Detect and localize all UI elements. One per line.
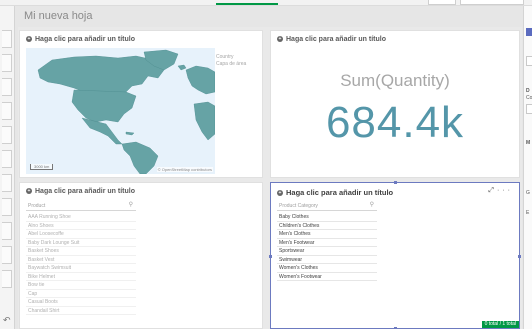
- list-item[interactable]: Basket Vest: [26, 256, 136, 264]
- assets-tab[interactable]: [2, 222, 12, 240]
- list-item[interactable]: Swimwear: [277, 256, 377, 264]
- panel-label[interactable]: E: [526, 210, 529, 216]
- active-tab-indicator: [216, 3, 278, 5]
- add-title-icon: +: [26, 36, 32, 43]
- search-icon: ⚲: [369, 202, 374, 208]
- kpi-tile-title[interactable]: + Haga clic para añadir un título: [277, 36, 386, 43]
- toolbar-button[interactable]: [460, 0, 524, 5]
- more-icon[interactable]: ···: [497, 187, 513, 194]
- map-legend-country: Country: [216, 54, 234, 60]
- sheet-canvas: + Haga clic para añadir un título 3000 k…: [18, 27, 522, 329]
- list-item[interactable]: Bow tie: [26, 281, 136, 290]
- list-item[interactable]: Children's Clothes: [277, 222, 377, 230]
- kpi-tile[interactable]: + Haga clic para añadir un título Sum(Qua…: [270, 30, 520, 178]
- map-attribution[interactable]: © OpenStreetMap contributors: [156, 167, 213, 172]
- map-legend: Country Capa de área: [216, 54, 246, 68]
- resize-handle[interactable]: [394, 181, 397, 184]
- kpi-measure-label: Sum(Quantity): [340, 71, 450, 90]
- map-region-north-america: [37, 55, 165, 97]
- category-list: Baby Clothes Children's Clothes Men's Cl…: [277, 213, 377, 281]
- list-item[interactable]: Baywatch Swimsuit: [26, 264, 136, 273]
- kpi-value: 684.4k: [325, 98, 465, 147]
- product-filter-title[interactable]: + Haga clic para añadir un título: [26, 188, 135, 195]
- list-item[interactable]: Casual Boots: [26, 298, 136, 307]
- map-region-central-america: [81, 117, 123, 145]
- assets-panel: ↶: [0, 6, 15, 329]
- list-item[interactable]: Chandail Shirt: [26, 307, 136, 315]
- panel-label: D: [526, 88, 530, 94]
- properties-panel: D Co M G E: [523, 6, 532, 329]
- assets-tab[interactable]: [2, 54, 12, 72]
- product-list: AAA Running Shoe Alno Shoes Abel Looseco…: [26, 213, 136, 315]
- map-legend-layer: Capa de área: [216, 61, 247, 67]
- list-item[interactable]: Sportswear: [277, 247, 377, 256]
- panel-input[interactable]: [526, 56, 532, 66]
- assets-tab[interactable]: [2, 270, 12, 288]
- resize-handle[interactable]: [269, 255, 272, 258]
- list-item[interactable]: Abel Loosecoffe: [26, 230, 136, 239]
- add-title-icon: +: [26, 188, 32, 195]
- top-toolbar: [0, 0, 532, 6]
- map-region-africa: [193, 101, 215, 141]
- map-view[interactable]: 3000 km © OpenStreetMap contributors: [26, 48, 215, 174]
- assets-tab[interactable]: [2, 174, 12, 192]
- list-item[interactable]: Alno Shoes: [26, 222, 136, 230]
- map-region-south-america: [121, 141, 159, 174]
- map-region-usa: [71, 89, 137, 123]
- product-search-input[interactable]: Product ⚲: [26, 202, 136, 211]
- toolbar-button[interactable]: [428, 0, 456, 5]
- assets-tab[interactable]: [2, 102, 12, 120]
- map-region-europe: [185, 65, 215, 95]
- add-title-icon: +: [277, 36, 283, 43]
- assets-tab[interactable]: [2, 150, 12, 168]
- list-item[interactable]: Men's Footwear: [277, 239, 377, 247]
- list-item[interactable]: Baby Dark Lounge Suit: [26, 239, 136, 247]
- list-item[interactable]: Women's Footwear: [277, 273, 377, 281]
- map-tile[interactable]: + Haga clic para añadir un título 3000 k…: [19, 30, 263, 178]
- map-region-iceland: [177, 64, 187, 71]
- add-title-icon: +: [277, 190, 283, 197]
- list-item[interactable]: Baby Clothes: [277, 213, 377, 222]
- panel-input[interactable]: [526, 104, 532, 114]
- list-item[interactable]: Women's Clothes: [277, 264, 377, 273]
- list-item[interactable]: AAA Running Shoe: [26, 213, 136, 222]
- resize-handle[interactable]: [518, 255, 521, 258]
- category-filter-tile[interactable]: + Haga clic para añadir un título ⤢··· Pr…: [269, 181, 521, 329]
- undo-icon[interactable]: ↶: [3, 315, 11, 326]
- list-item[interactable]: Cap: [26, 290, 136, 298]
- sheet-title[interactable]: Mi nueva hoja: [24, 10, 93, 22]
- assets-tab[interactable]: [2, 30, 12, 48]
- product-filter-tile[interactable]: + Haga clic para añadir un título Product…: [19, 182, 263, 329]
- selection-count-badge: 0 total / 1 total: [481, 321, 519, 328]
- panel-label[interactable]: G: [526, 190, 530, 196]
- assets-tab[interactable]: [2, 78, 12, 96]
- map-canvas: [37, 49, 215, 174]
- category-filter-title[interactable]: + Haga clic para añadir un título: [277, 188, 393, 197]
- map-region-caribbean: [125, 131, 135, 136]
- assets-tab[interactable]: [2, 198, 12, 216]
- assets-tab[interactable]: [2, 126, 12, 144]
- list-item[interactable]: Basket Shoes: [26, 247, 136, 256]
- search-icon: ⚲: [128, 202, 133, 208]
- panel-tab[interactable]: [526, 28, 532, 36]
- map-scale-bar: 3000 km: [30, 164, 54, 170]
- category-search-input[interactable]: Product Category ⚲: [277, 202, 377, 211]
- list-item[interactable]: Men's Clothes: [277, 230, 377, 239]
- tile-toolbar: ⤢···: [488, 187, 513, 195]
- map-tile-title[interactable]: + Haga clic para añadir un título: [26, 36, 135, 43]
- expand-icon[interactable]: ⤢: [488, 187, 497, 194]
- panel-label: M: [526, 140, 531, 146]
- assets-tab[interactable]: [2, 246, 12, 264]
- panel-label: Co: [526, 95, 532, 101]
- list-item[interactable]: Bike Helmet: [26, 273, 136, 281]
